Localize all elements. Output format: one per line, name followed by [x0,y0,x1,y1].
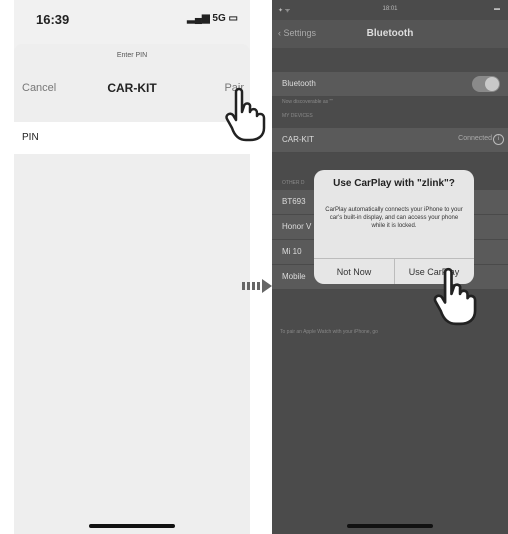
status-bar: ✦ ᯤ 18:01 ▬ [272,6,508,18]
status-time: 16:39 [36,12,70,27]
info-icon[interactable]: i [493,134,504,145]
bluetooth-label: Bluetooth [282,79,316,88]
sheet-title: Enter PIN [116,52,148,59]
battery-icon: ▬ [494,6,500,12]
tap-hand-icon [225,87,266,142]
tap-hand-icon [433,267,477,326]
not-now-button[interactable]: Not Now [314,258,395,284]
discoverable-note: Now discoverable as "" [282,99,334,105]
footer-note: To pair an Apple Watch with your iPhone,… [280,329,378,335]
home-indicator [89,524,175,528]
pin-field[interactable]: PIN [14,122,250,154]
other-devices-header: OTHER D [282,180,305,186]
status-bar: 16:39 ▂▄▆ 5G ▭ [14,0,250,38]
left-phone-screen: 16:39 ▂▄▆ 5G ▭ Enter PIN Cancel CAR-KIT … [14,0,250,534]
alert-title: Use CarPlay with "zlink"? [333,178,455,189]
signal-bars-icon: ▂▄▆ [187,13,210,24]
device-name: CAR-KIT [107,81,157,95]
status-time: 18:01 [382,6,398,12]
bluetooth-toggle[interactable] [472,76,500,92]
page-title: Bluetooth [366,28,414,39]
pin-label: PIN [22,132,39,143]
toggle-knob [485,77,499,91]
device-name: BT693 [282,197,306,206]
alert-message: CarPlay automatically connects your iPho… [325,207,463,229]
device-status: Connected [458,135,492,142]
navigation-bar: ‹ Settings Bluetooth [272,20,508,48]
device-name: Mi 10 [282,247,302,256]
device-row-carkit[interactable]: CAR-KIT Connected i [272,128,508,153]
network-label: 5G [212,13,226,24]
device-name: Honor V [282,222,312,231]
device-name: Mobile [282,272,306,281]
transition-arrow-icon [242,279,272,293]
device-name: CAR-KIT [282,135,314,144]
signal-indicator: ▂▄▆ 5G ▭ [187,13,238,24]
battery-icon: ▭ [228,13,238,24]
bluetooth-row: Bluetooth [272,72,508,97]
my-devices-header: MY DEVICES [282,113,313,119]
enter-pin-sheet: Enter PIN Cancel CAR-KIT Pair PIN [14,44,250,534]
home-indicator [347,524,433,528]
sheet-nav: Cancel CAR-KIT Pair [14,80,250,98]
